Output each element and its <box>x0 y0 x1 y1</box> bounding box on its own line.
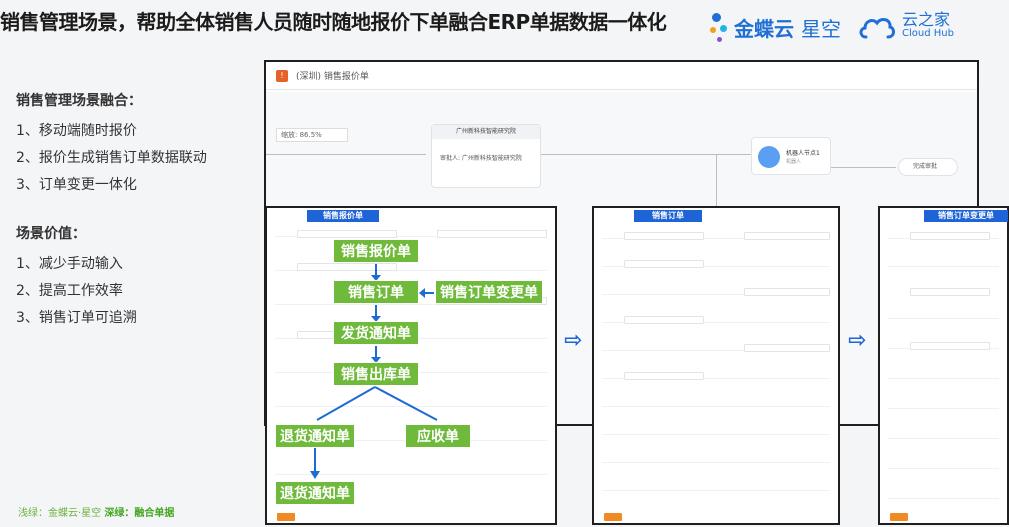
process-return-notice: 退货通知单 <box>275 424 355 448</box>
process-receivable: 应收单 <box>405 424 471 448</box>
cloudhub-en-text: Cloud Hub <box>902 28 954 39</box>
left-description: 销售管理场景融合： 1、移动端随时报价 2、报价生成销售订单数据联动 3、订单变… <box>0 90 260 332</box>
fusion-item: 2、报价生成销售订单数据联动 <box>16 150 207 166</box>
fusion-item: 1、移动端随时报价 <box>16 123 137 139</box>
flow-line <box>541 154 751 155</box>
flow-line <box>266 154 426 155</box>
value-item: 3、销售订单可追溯 <box>16 310 137 326</box>
flow-line <box>826 167 896 168</box>
workflow-window-title: (深圳) 销售报价单 <box>296 72 369 82</box>
end-node[interactable]: 完成审批 <box>898 158 958 176</box>
order-change-form-window: 销售订单变更单 <box>878 206 1009 525</box>
zoom-select[interactable]: 缩放: 86.5% <box>276 128 348 142</box>
cloud-icon <box>859 18 895 39</box>
kingdee-logo: 金蝶云 星空 <box>708 10 848 44</box>
approval-node[interactable]: 广州新科技智能研究院 审批人: 广州新科技智能研究院 <box>431 124 541 188</box>
order-change-form-tab[interactable]: 销售订单变更单 <box>924 210 1008 222</box>
approval-node-handler: 审批人: 广州新科技智能研究院 <box>440 155 522 162</box>
legend-light-green: 浅绿：金蝶云·星空 <box>18 508 102 519</box>
legend-dark-green: 深绿：融合单据 <box>104 508 175 519</box>
robot-icon <box>758 146 780 168</box>
kingdee-logo-light-text: 星空 <box>800 16 841 41</box>
section-value-title: 场景价值： <box>16 226 86 242</box>
kingdee-dots-icon <box>708 11 730 43</box>
cloudhub-logo: 云之家 Cloud Hub <box>858 10 1008 44</box>
order-form-tab[interactable]: 销售订单 <box>634 210 702 222</box>
right-arrow-icon: ⇨ <box>848 328 867 353</box>
quote-form-window: 销售报价单 销售报价单 销售订单 销售订单变更单 发货通知单 销售出库单 退货通… <box>265 206 557 525</box>
cloudhub-cn-text: 云之家 <box>902 10 951 29</box>
fusion-item: 3、订单变更一体化 <box>16 177 137 193</box>
robot-node[interactable]: 机器人节点1 机器人 <box>751 137 831 175</box>
process-return-notice-2: 退货通知单 <box>275 481 355 505</box>
slide-title: 销售管理场景，帮助全体销售人员随时随地报价下单融合ERP单据数据一体化 <box>0 10 667 34</box>
right-arrow-icon: ⇨ <box>564 328 583 353</box>
approval-node-title: 广州新科技智能研究院 <box>432 125 540 139</box>
value-item: 2、提高工作效率 <box>16 283 123 299</box>
process-branch-lines <box>310 386 438 479</box>
end-node-label: 完成审批 <box>913 163 938 170</box>
app-icon: ! <box>276 69 288 82</box>
change-submit-button[interactable] <box>890 513 908 521</box>
order-submit-button[interactable] <box>604 513 622 521</box>
section-fusion-title: 销售管理场景融合： <box>16 93 142 109</box>
color-legend: 浅绿：金蝶云·星空 深绿：融合单据 <box>18 504 174 519</box>
workflow-window-header: ! (深圳) 销售报价单 <box>266 62 977 90</box>
kingdee-logo-text: 金蝶云 <box>734 16 794 41</box>
robot-node-sub: 机器人 <box>786 159 802 165</box>
flow-line <box>716 154 717 214</box>
order-form-window: 销售订单 <box>592 206 840 525</box>
value-item: 1、减少手动输入 <box>16 256 123 272</box>
robot-node-title: 机器人节点1 <box>786 150 820 157</box>
